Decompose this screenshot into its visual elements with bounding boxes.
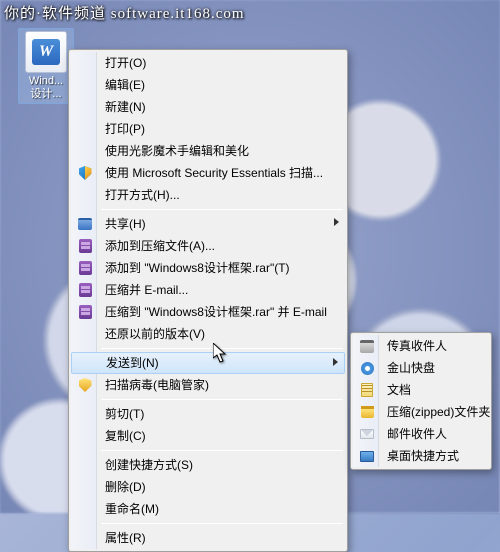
menu-open[interactable]: 打开(O) <box>71 52 345 74</box>
disk-icon <box>359 360 375 376</box>
submenu-kuaipan[interactable]: 金山快盘 <box>353 357 489 379</box>
menu-compress-email[interactable]: 压缩并 E-mail... <box>71 279 345 301</box>
rar-icon <box>77 260 93 276</box>
menu-restore-previous[interactable]: 还原以前的版本(V) <box>71 323 345 345</box>
mail-icon <box>359 426 375 442</box>
menu-cut[interactable]: 剪切(T) <box>71 403 345 425</box>
rar-icon <box>77 304 93 320</box>
menu-properties[interactable]: 属性(R) <box>71 527 345 549</box>
shield-icon <box>77 377 93 393</box>
chevron-right-icon <box>333 358 338 366</box>
menu-separator <box>101 450 343 451</box>
menu-new[interactable]: 新建(N) <box>71 96 345 118</box>
menu-send-to[interactable]: 发送到(N) <box>71 352 345 374</box>
menu-separator <box>101 399 343 400</box>
menu-add-archive[interactable]: 添加到压缩文件(A)... <box>71 235 345 257</box>
shield-icon <box>77 165 93 181</box>
menu-create-shortcut[interactable]: 创建快捷方式(S) <box>71 454 345 476</box>
menu-edit[interactable]: 编辑(E) <box>71 74 345 96</box>
menu-print[interactable]: 打印(P) <box>71 118 345 140</box>
submenu-documents[interactable]: 文档 <box>353 379 489 401</box>
menu-add-to-named[interactable]: 添加到 "Windows8设计框架.rar"(T) <box>71 257 345 279</box>
share-icon <box>77 216 93 232</box>
menu-separator <box>101 523 343 524</box>
menu-separator <box>101 209 343 210</box>
menu-rename[interactable]: 重命名(M) <box>71 498 345 520</box>
submenu-mail[interactable]: 邮件收件人 <box>353 423 489 445</box>
submenu-desktop-shortcut[interactable]: 桌面快捷方式 <box>353 445 489 467</box>
menu-copy[interactable]: 复制(C) <box>71 425 345 447</box>
menu-compress-named-email[interactable]: 压缩到 "Windows8设计框架.rar" 并 E-mail <box>71 301 345 323</box>
submenu-zipped[interactable]: 压缩(zipped)文件夹 <box>353 401 489 423</box>
desktop-file-label: Wind... 设计... <box>29 75 63 101</box>
fax-icon <box>359 338 375 354</box>
desktop-icon <box>359 448 375 464</box>
desktop-file-icon[interactable]: W Wind... 设计... <box>18 28 74 104</box>
menu-share[interactable]: 共享(H) <box>71 213 345 235</box>
rar-icon <box>77 282 93 298</box>
word-icon: W <box>25 31 67 73</box>
chevron-right-icon <box>334 218 339 226</box>
menu-guangying[interactable]: 使用光影魔术手编辑和美化 <box>71 140 345 162</box>
submenu-fax[interactable]: 传真收件人 <box>353 335 489 357</box>
menu-open-with[interactable]: 打开方式(H)... <box>71 184 345 206</box>
send-to-submenu: 传真收件人 金山快盘 文档 压缩(zipped)文件夹 邮件收件人 桌面快捷方式 <box>350 332 492 470</box>
zip-icon <box>359 404 375 420</box>
menu-scan-virus[interactable]: 扫描病毒(电脑管家) <box>71 374 345 396</box>
menu-delete[interactable]: 删除(D) <box>71 476 345 498</box>
document-icon <box>359 382 375 398</box>
menu-mse-scan[interactable]: 使用 Microsoft Security Essentials 扫描... <box>71 162 345 184</box>
rar-icon <box>77 238 93 254</box>
context-menu: 打开(O) 编辑(E) 新建(N) 打印(P) 使用光影魔术手编辑和美化 使用 … <box>68 49 348 552</box>
menu-separator <box>101 348 343 349</box>
